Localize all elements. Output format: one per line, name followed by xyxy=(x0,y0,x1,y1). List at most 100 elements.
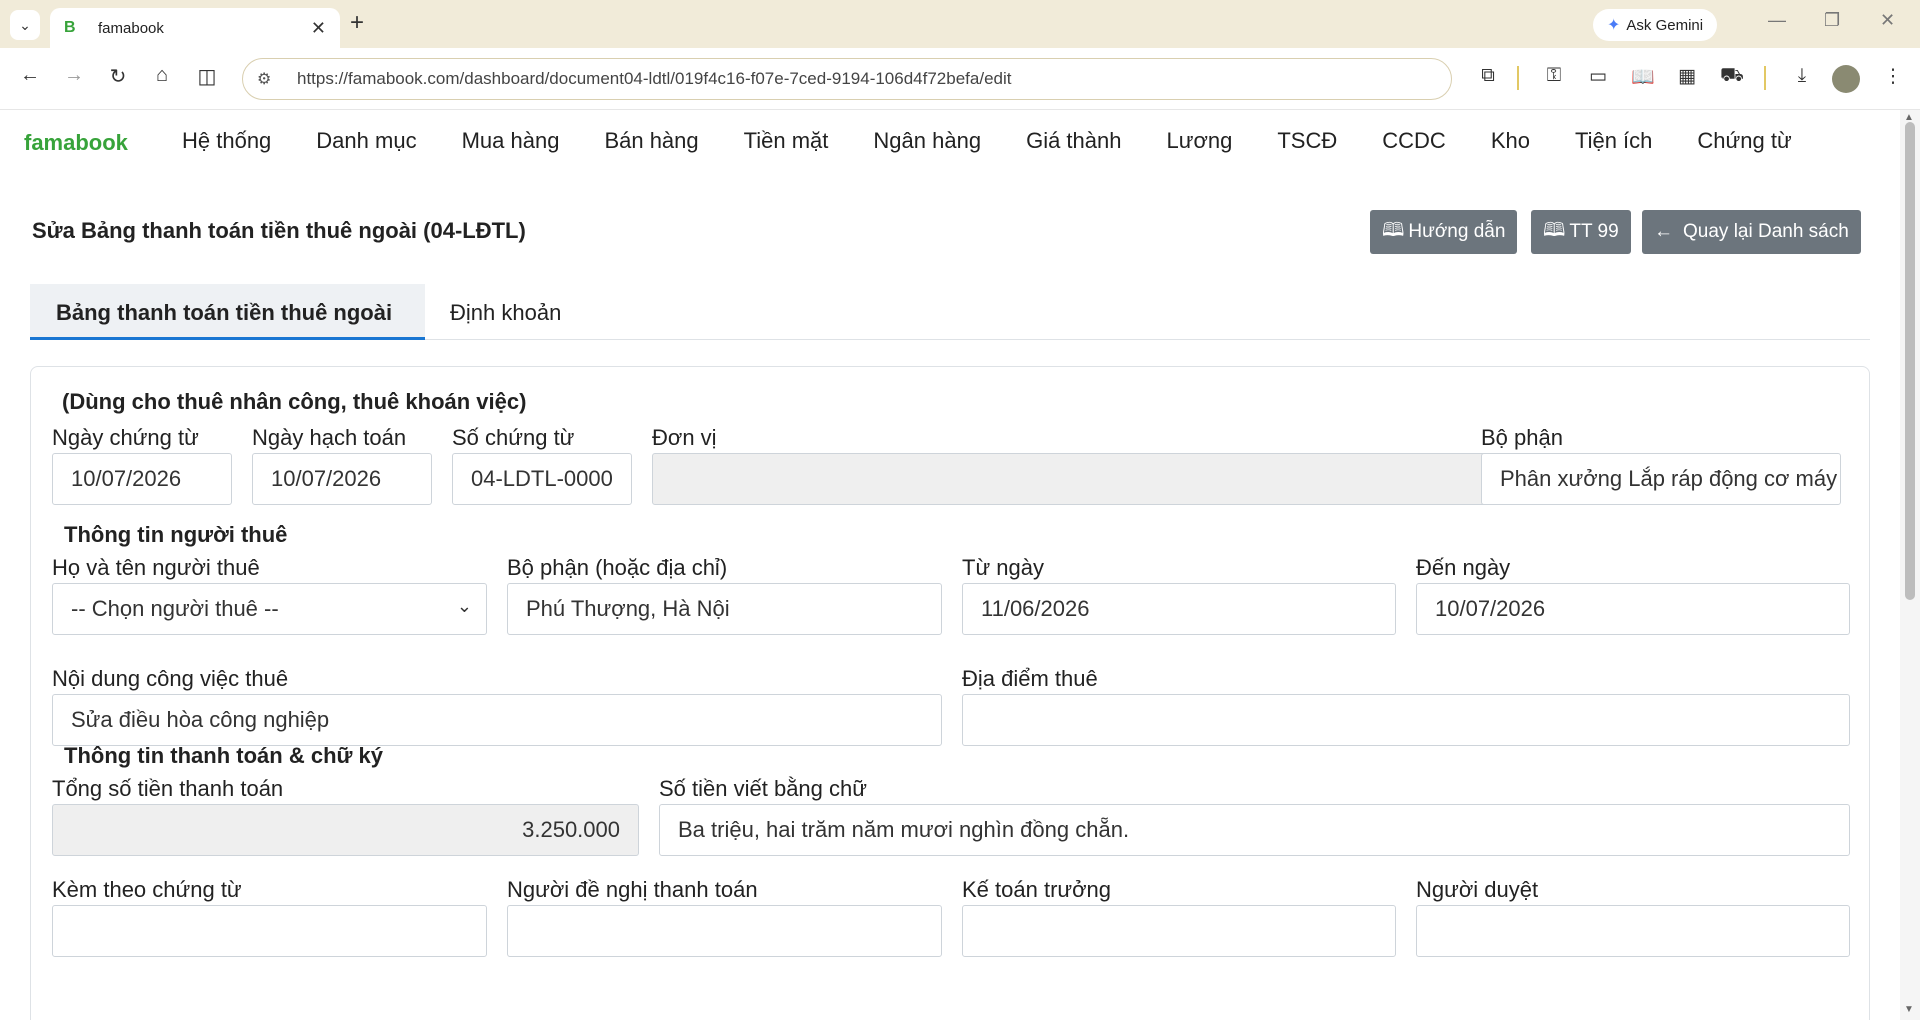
tab-entries[interactable]: Định khoản xyxy=(450,300,561,326)
scrollbar-thumb[interactable] xyxy=(1905,122,1915,600)
to-date-label: Đến ngày xyxy=(1416,555,1511,580)
hirer-name-label: Họ và tên người thuê xyxy=(52,555,260,580)
form-tabs: Bảng thanh toán tiền thuê ngoài Định kho… xyxy=(30,284,1870,340)
forward-icon[interactable]: → xyxy=(60,64,88,87)
page-title: Sửa Bảng thanh toán tiền thuê ngoài (04-… xyxy=(32,218,526,243)
total-label: Tổng số tiền thanh toán xyxy=(52,776,284,801)
profile-avatar[interactable] xyxy=(1832,65,1860,93)
form-subtitle: (Dùng cho thuê nhân công, thuê khoán việ… xyxy=(62,389,527,414)
from-date-input[interactable]: 11/06/2026 xyxy=(962,583,1396,635)
work-label: Nội dung công việc thuê xyxy=(52,666,289,691)
tt99-button[interactable]: 🕮 TT 99 xyxy=(1531,210,1631,254)
attach-input[interactable] xyxy=(52,905,487,957)
approver-label: Người duyệt xyxy=(1416,877,1539,902)
close-tab-icon[interactable]: ✕ xyxy=(311,18,326,39)
extensions-icon[interactable]: ⧉ xyxy=(1475,65,1501,87)
close-window-button[interactable]: ✕ xyxy=(1880,10,1895,31)
reload-icon[interactable]: ↻ xyxy=(104,64,132,89)
download-icon[interactable]: ⤓ xyxy=(1789,65,1815,87)
home-icon[interactable]: ⌂ xyxy=(148,64,176,87)
book-icon-2: 🕮 xyxy=(1543,220,1566,241)
hirer-name-select[interactable]: -- Chọn người thuê -- ⌄ xyxy=(52,583,487,635)
words-label: Số tiền viết bằng chữ xyxy=(659,776,867,801)
toolbar-separator xyxy=(1517,66,1519,90)
arrow-left-icon: ← xyxy=(1654,221,1673,242)
tab-title: famabook xyxy=(98,19,164,37)
attach-label: Kèm theo chứng từ xyxy=(52,877,242,902)
form-card: (Dùng cho thuê nhân công, thuê khoán việ… xyxy=(30,366,1870,1020)
page-scrollbar[interactable]: ▲ ▼ xyxy=(1900,110,1920,1020)
chief-input[interactable] xyxy=(962,905,1396,957)
back-to-list-label: Quay lại Danh sách xyxy=(1683,221,1849,242)
nav-item-gia-thanh[interactable]: Giá thành xyxy=(1026,128,1121,154)
nav-item-kho[interactable]: Kho xyxy=(1491,128,1530,154)
nav-item-tscd[interactable]: TSCĐ xyxy=(1277,128,1337,154)
key-icon[interactable]: ⚿ xyxy=(1541,65,1567,87)
incognito-icon[interactable]: ⛟ xyxy=(1719,65,1745,89)
back-icon[interactable]: ← xyxy=(16,64,44,87)
ask-gemini-label: Ask Gemini xyxy=(1626,16,1704,34)
split-view-icon[interactable]: ◫ xyxy=(193,64,221,89)
nav-item-mua-hang[interactable]: Mua hàng xyxy=(462,128,560,154)
total-input[interactable]: 3.250.000 xyxy=(52,804,639,856)
requester-label: Người đề nghị thanh toán xyxy=(507,877,758,902)
pay-section-title: Thông tin thanh toán & chữ ký xyxy=(64,743,384,768)
nav-item-ccdc[interactable]: CCDC xyxy=(1382,128,1446,154)
to-date-input[interactable]: 10/07/2026 xyxy=(1416,583,1850,635)
tab-main[interactable]: Bảng thanh toán tiền thuê ngoài xyxy=(30,284,425,340)
reading-mode-icon[interactable]: 📖 xyxy=(1630,65,1656,89)
ask-gemini-button[interactable]: ✦ Ask Gemini xyxy=(1593,9,1718,41)
address-bar[interactable]: ⚙ https://famabook.com/dashboard/documen… xyxy=(242,58,1452,100)
nav-item-luong[interactable]: Lương xyxy=(1166,128,1232,154)
menu-icon[interactable]: ⋮ xyxy=(1880,65,1906,88)
app-brand[interactable]: famabook xyxy=(24,130,128,156)
restore-button[interactable]: ❐ xyxy=(1824,10,1840,31)
unit-input[interactable] xyxy=(652,453,1491,505)
browser-toolbar: ← → ↻ ⌂ ◫ ⚙ https://famabook.com/dashboa… xyxy=(0,48,1920,110)
browser-tab[interactable]: B famabook ✕ xyxy=(50,8,340,48)
approver-input[interactable] xyxy=(1416,905,1850,957)
back-to-list-button[interactable]: ← Quay lại Danh sách xyxy=(1642,210,1861,254)
new-tab-button[interactable]: + xyxy=(350,9,364,37)
place-label: Địa điểm thuê xyxy=(962,666,1098,691)
post-date-label: Ngày hạch toán xyxy=(252,425,407,450)
hirer-name-value: -- Chọn người thuê -- xyxy=(71,596,279,621)
nav-item-tien-mat[interactable]: Tiền mặt xyxy=(744,128,829,154)
sidebar-icon[interactable]: ▦ xyxy=(1674,65,1700,88)
chevron-down-icon: ⌄ xyxy=(456,596,472,616)
nav-item-ngan-hang[interactable]: Ngân hàng xyxy=(873,128,981,154)
card-icon[interactable]: ▭ xyxy=(1585,65,1611,88)
site-info-icon[interactable]: ⚙ xyxy=(257,69,283,89)
favicon-icon: B xyxy=(64,19,76,36)
main-nav: Hệ thống Danh mục Mua hàng Bán hàng Tiền… xyxy=(182,128,1837,154)
doc-no-input[interactable]: 04-LDTL-0000 xyxy=(452,453,632,505)
book-icon: 🕮 xyxy=(1382,220,1405,241)
nav-item-ban-hang[interactable]: Bán hàng xyxy=(604,128,698,154)
scroll-down-icon[interactable]: ▼ xyxy=(1904,1004,1914,1015)
nav-item-chung-tu[interactable]: Chứng từ xyxy=(1697,128,1791,154)
nav-item-tien-ich[interactable]: Tiện ích xyxy=(1575,128,1652,154)
chevron-down-icon: ⌄ xyxy=(19,16,31,33)
place-input[interactable] xyxy=(962,694,1850,746)
guide-button[interactable]: 🕮 Hướng dẫn xyxy=(1370,210,1518,254)
post-date-input[interactable]: 10/07/2026 xyxy=(252,453,432,505)
gemini-icon: ✦ xyxy=(1607,17,1621,34)
requester-input[interactable] xyxy=(507,905,942,957)
nav-item-he-thong[interactable]: Hệ thống xyxy=(182,128,271,154)
work-input[interactable]: Sửa điều hòa công nghiệp xyxy=(52,694,942,746)
words-input[interactable]: Ba triệu, hai trăm năm mươi nghìn đồng c… xyxy=(659,804,1850,856)
dept-input[interactable]: Phân xưởng Lắp ráp động cơ máy xyxy=(1481,453,1841,505)
hirer-dept-label: Bộ phận (hoặc địa chỉ) xyxy=(507,555,728,580)
doc-date-label: Ngày chứng từ xyxy=(52,425,199,450)
tab-search-dropdown[interactable]: ⌄ xyxy=(10,10,40,40)
toolbar-separator-2 xyxy=(1764,66,1766,90)
dept-label: Bộ phận xyxy=(1481,425,1563,450)
minimize-button[interactable]: — xyxy=(1768,10,1786,31)
nav-item-danh-muc[interactable]: Danh mục xyxy=(316,128,416,154)
guide-label: Hướng dẫn xyxy=(1408,221,1506,242)
from-date-label: Từ ngày xyxy=(962,555,1044,580)
doc-date-input[interactable]: 10/07/2026 xyxy=(52,453,232,505)
doc-no-label: Số chứng từ xyxy=(452,425,575,450)
hirer-dept-input[interactable]: Phú Thượng, Hà Nội xyxy=(507,583,942,635)
hirer-section-title: Thông tin người thuê xyxy=(64,522,288,547)
